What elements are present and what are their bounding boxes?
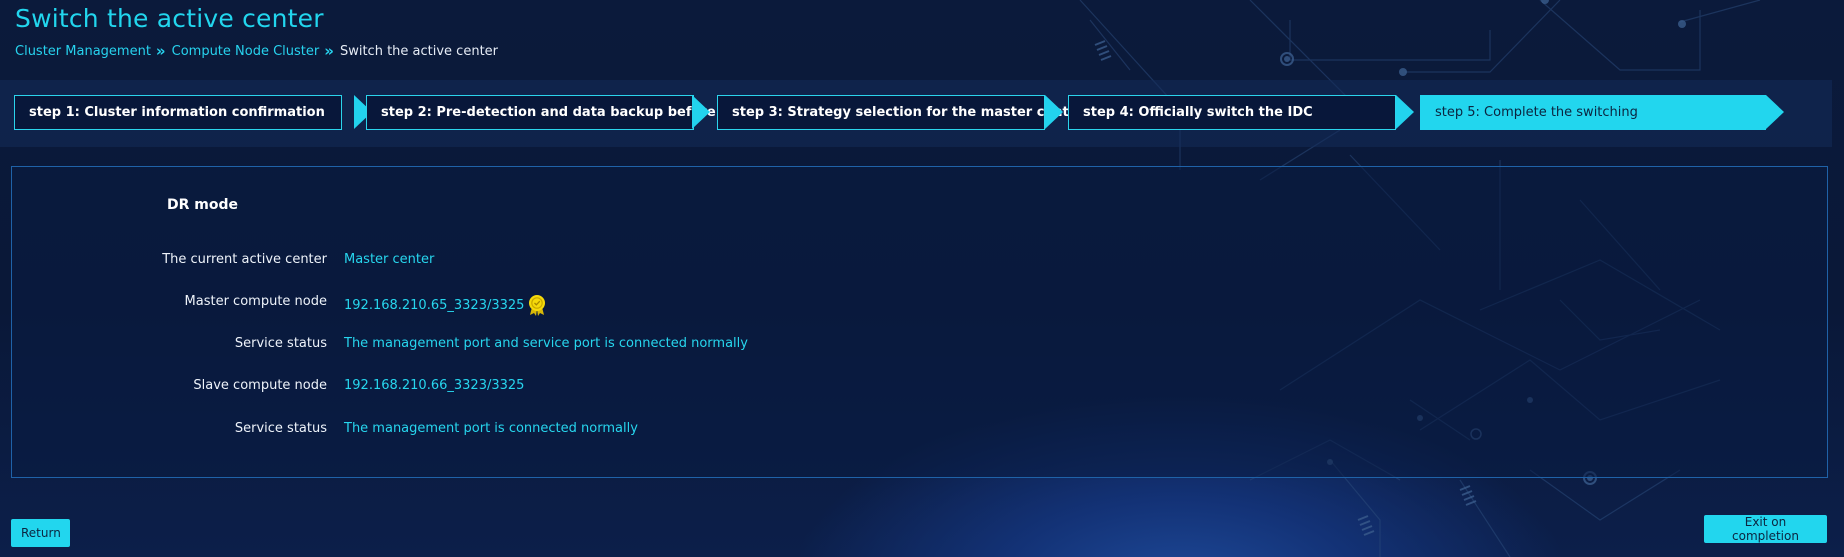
row-label: Service status	[234, 336, 327, 351]
breadcrumb-separator-icon: »	[155, 42, 166, 60]
row-value: 192.168.210.65_3323/3325	[344, 297, 525, 313]
row-label: The current active center	[162, 252, 327, 267]
breadcrumb-compute-node-cluster[interactable]: Compute Node Cluster	[172, 44, 320, 59]
steps-bar: step 1: Cluster information confirmation…	[0, 80, 1832, 147]
section-title: DR mode	[167, 197, 238, 213]
info-row-slave-node: Slave compute node 192.168.210.66_3323/3…	[12, 378, 912, 398]
row-label: Service status	[234, 421, 327, 436]
step-arrow-icon	[1396, 95, 1414, 129]
step-label: step 5: Complete the switching	[1435, 105, 1638, 120]
breadcrumb-current: Switch the active center	[339, 44, 499, 59]
dr-mode-panel: DR mode The current active center Master…	[11, 166, 1828, 478]
step-label: step 1: Cluster information confirmation	[29, 105, 325, 120]
row-value: The management port and service port is …	[344, 336, 748, 351]
row-value: The management port is connected normall…	[344, 421, 638, 436]
row-label: Slave compute node	[193, 378, 327, 393]
exit-on-completion-button[interactable]: Exit on completion	[1704, 515, 1827, 543]
row-value: Master center	[344, 252, 435, 267]
master-badge-icon	[529, 295, 546, 316]
info-row-master-node: Master compute node 192.168.210.65_3323/…	[12, 294, 912, 316]
step-label: step 3: Strategy selection for the maste…	[732, 105, 1084, 120]
step-arrow-icon	[1766, 95, 1784, 129]
row-value-wrap: 192.168.210.65_3323/3325	[344, 294, 547, 316]
info-row-active-center: The current active center Master center	[12, 252, 912, 272]
step-arrow-icon	[692, 95, 710, 129]
row-value: 192.168.210.66_3323/3325	[344, 378, 525, 393]
step-label: step 4: Officially switch the IDC	[1083, 105, 1313, 120]
breadcrumb-separator-icon: »	[324, 42, 334, 60]
info-row-master-service-status: Service status The management port and s…	[12, 336, 912, 356]
step-arrow-icon	[1045, 95, 1063, 129]
info-row-slave-service-status: Service status The management port is co…	[12, 421, 912, 441]
breadcrumb-cluster-management[interactable]: Cluster Management	[15, 44, 151, 59]
breadcrumb: Cluster Management » Compute Node Cluste…	[15, 42, 499, 60]
page-title: Switch the active center	[15, 4, 324, 33]
row-label: Master compute node	[184, 294, 327, 309]
return-button[interactable]: Return	[11, 519, 70, 547]
